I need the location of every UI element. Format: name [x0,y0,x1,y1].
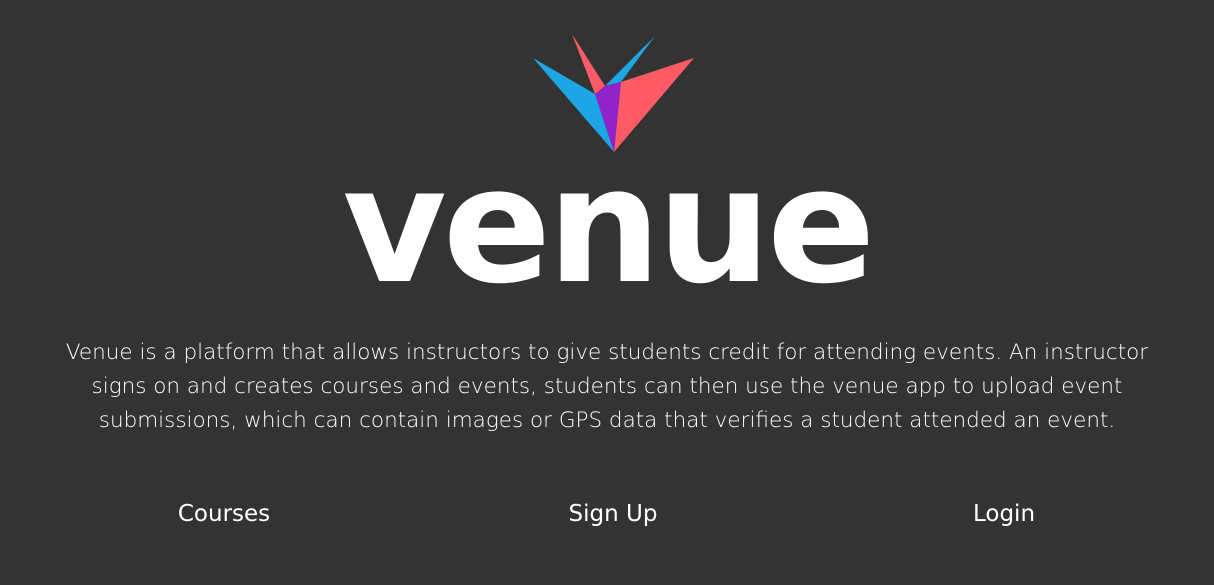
venue-wordmark: venue [342,132,875,319]
sign-up-link[interactable]: Sign Up [569,496,658,532]
courses-link[interactable]: Courses [178,496,270,532]
intro-description: Venue is a platform that allows instruct… [65,340,1149,433]
login-link[interactable]: Login [973,496,1035,532]
landing-page: venue Venue is a platform that allows in… [0,0,1214,585]
main-nav: Courses Sign Up Login [0,496,1214,532]
